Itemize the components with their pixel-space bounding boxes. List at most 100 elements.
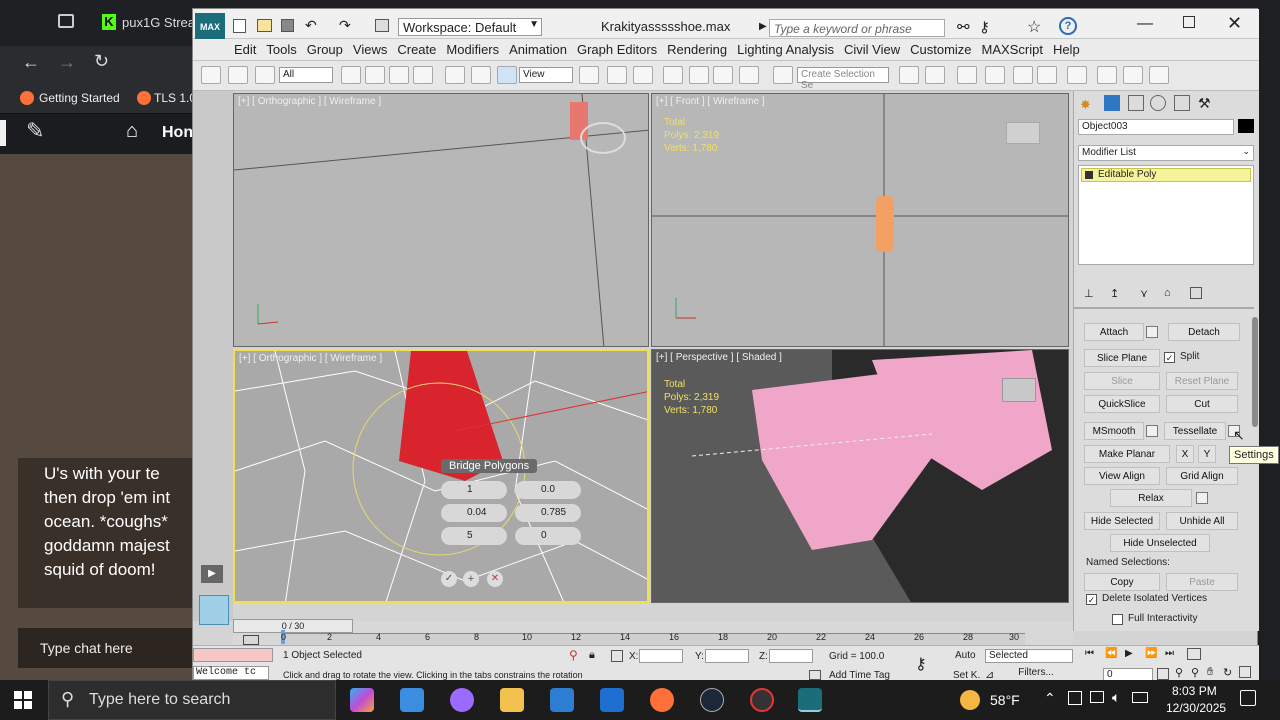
- auto-key-button[interactable]: Auto: [955, 650, 976, 661]
- menu-create[interactable]: Create: [392, 39, 441, 60]
- percent-snap-icon[interactable]: [713, 66, 733, 84]
- time-tag-icon[interactable]: [809, 670, 821, 680]
- open-file-icon[interactable]: [257, 19, 272, 32]
- microsoft-store-icon[interactable]: [550, 688, 574, 712]
- unlink-icon[interactable]: [228, 66, 249, 84]
- modify-tab-icon[interactable]: [1104, 95, 1120, 111]
- redo-icon[interactable]: ↷: [339, 17, 351, 34]
- search-arrow-icon[interactable]: ▶: [759, 21, 767, 32]
- y-coord-field[interactable]: [705, 649, 749, 663]
- mirror-icon[interactable]: [899, 66, 919, 84]
- pan-icon[interactable]: ✋︎: [1207, 666, 1213, 679]
- help-icon[interactable]: ?: [1059, 17, 1077, 35]
- motion-tab-icon[interactable]: [1150, 95, 1166, 111]
- clock-time[interactable]: 8:03 PM: [1172, 684, 1217, 698]
- panel-scrollbar[interactable]: [1252, 317, 1258, 427]
- menu-edit[interactable]: Edit: [229, 39, 261, 60]
- key-icon[interactable]: ⚷: [979, 18, 990, 36]
- reference-coord-dropdown[interactable]: View: [519, 67, 573, 83]
- key-mode-toggle-icon[interactable]: [1187, 648, 1201, 660]
- quickslice-button[interactable]: QuickSlice: [1084, 395, 1160, 413]
- chat-input[interactable]: Type chat here: [18, 628, 198, 668]
- twist2-field[interactable]: 0: [515, 527, 581, 545]
- show-end-result-icon[interactable]: ↥: [1110, 287, 1119, 300]
- viewport-bottom-left[interactable]: [+] [ Orthographic ] [ Wireframe ] Bridg…: [233, 349, 649, 603]
- ok-icon[interactable]: ✓: [441, 571, 457, 587]
- volume-icon[interactable]: 🔈︎: [1112, 689, 1120, 706]
- expand-icon[interactable]: [1085, 171, 1093, 179]
- viewport-label[interactable]: [+] [ Front ] [ Wireframe ]: [656, 96, 765, 107]
- scale-icon[interactable]: [497, 66, 517, 84]
- weather-icon[interactable]: [960, 690, 980, 710]
- sidebar-toggle[interactable]: [0, 120, 6, 146]
- minimize-icon[interactable]: —: [1137, 15, 1153, 33]
- tab-groups-icon[interactable]: [58, 14, 74, 28]
- apply-icon[interactable]: +: [463, 571, 479, 587]
- object-color-swatch[interactable]: [1238, 119, 1254, 133]
- play-side-icon[interactable]: ▶: [201, 565, 223, 583]
- pencil-icon[interactable]: ✎: [26, 118, 44, 144]
- forward-icon[interactable]: →: [58, 52, 76, 73]
- menu-civil-view[interactable]: Civil View: [839, 39, 905, 60]
- save-file-icon[interactable]: [281, 19, 294, 32]
- bind-spacewarp-icon[interactable]: [255, 66, 276, 84]
- project-folder-icon[interactable]: [375, 19, 389, 32]
- viewport-bottom-right[interactable]: [+] [ Perspective ] [ Shaded ] Total Pol…: [651, 349, 1069, 603]
- recording-app-icon[interactable]: [750, 688, 774, 712]
- menu-rendering[interactable]: Rendering: [662, 39, 732, 60]
- full-interactivity-checkbox[interactable]: [1112, 614, 1123, 625]
- render-setup-icon[interactable]: [1097, 66, 1117, 84]
- menu-modifiers[interactable]: Modifiers: [441, 39, 504, 60]
- utilities-tab-icon[interactable]: ⚒: [1198, 95, 1211, 112]
- menu-tools[interactable]: Tools: [261, 39, 301, 60]
- home-link[interactable]: Hon: [162, 124, 193, 142]
- split-checkbox[interactable]: ✓: [1164, 352, 1175, 363]
- keyboard-shortcut-icon[interactable]: [633, 66, 653, 84]
- angle-snap-icon[interactable]: [689, 66, 709, 84]
- time-config-icon[interactable]: [1157, 668, 1169, 680]
- move-icon[interactable]: [445, 66, 465, 84]
- modifier-list-dropdown[interactable]: Modifier List ⌄: [1078, 145, 1254, 161]
- mini-curve-icon[interactable]: [243, 635, 259, 645]
- view-align-button[interactable]: View Align: [1084, 467, 1160, 485]
- display-tab-icon[interactable]: [1174, 95, 1190, 111]
- chrome-icon[interactable]: [450, 688, 474, 712]
- viewport-label[interactable]: [+] [ Perspective ] [ Shaded ]: [656, 352, 782, 363]
- notifications-icon[interactable]: [1240, 690, 1256, 706]
- snap-toggle-icon[interactable]: [663, 66, 683, 84]
- select-object-icon[interactable]: [341, 66, 361, 84]
- curve-editor-icon[interactable]: [1013, 66, 1033, 84]
- zoom-icon[interactable]: ⚲: [1175, 666, 1183, 679]
- bias-field[interactable]: 0.04: [441, 504, 507, 522]
- key-mode-dropdown[interactable]: Selected: [985, 649, 1073, 663]
- make-planar-button[interactable]: Make Planar: [1084, 445, 1170, 463]
- next-frame-icon[interactable]: ⏩: [1145, 648, 1157, 659]
- attach-button[interactable]: Attach: [1084, 323, 1144, 341]
- hierarchy-tab-icon[interactable]: [1128, 95, 1144, 111]
- maxscript-listener-mini[interactable]: [193, 648, 273, 662]
- reset-plane-button[interactable]: Reset Plane: [1166, 372, 1238, 390]
- binoculars-icon[interactable]: ⚯: [957, 18, 970, 36]
- rendered-frame-icon[interactable]: [1123, 66, 1143, 84]
- set-key-icon[interactable]: ⚷: [915, 654, 927, 674]
- object-name-field[interactable]: Object003: [1078, 119, 1234, 135]
- named-selection-dropdown[interactable]: Create Selection Se: [797, 67, 889, 91]
- viewport-top-left[interactable]: [+] [ Orthographic ] [ Wireframe ]: [233, 93, 649, 347]
- keyword-search-input[interactable]: Type a keyword or phrase: [769, 19, 945, 37]
- cut-button[interactable]: Cut: [1166, 395, 1238, 413]
- reload-icon[interactable]: ↻: [94, 51, 109, 72]
- home-icon[interactable]: ⌂: [126, 120, 138, 143]
- outlook-icon[interactable]: [600, 688, 624, 712]
- spinner-snap-icon[interactable]: [739, 66, 759, 84]
- menu-views[interactable]: Views: [348, 39, 392, 60]
- lock-icon[interactable]: 🔒︎: [589, 649, 595, 662]
- make-unique-icon[interactable]: ⋎: [1140, 287, 1148, 300]
- new-file-icon[interactable]: [233, 19, 246, 33]
- maxscript-welcome[interactable]: Welcome tc: [193, 666, 269, 680]
- slice-plane-button[interactable]: Slice Plane: [1084, 349, 1160, 367]
- x-coord-field[interactable]: [639, 649, 683, 663]
- relax-settings-icon[interactable]: [1196, 492, 1208, 504]
- grid-align-button[interactable]: Grid Align: [1166, 467, 1238, 485]
- clock-date[interactable]: 12/30/2025: [1166, 701, 1226, 715]
- menu-lighting-analysis[interactable]: Lighting Analysis: [732, 39, 839, 60]
